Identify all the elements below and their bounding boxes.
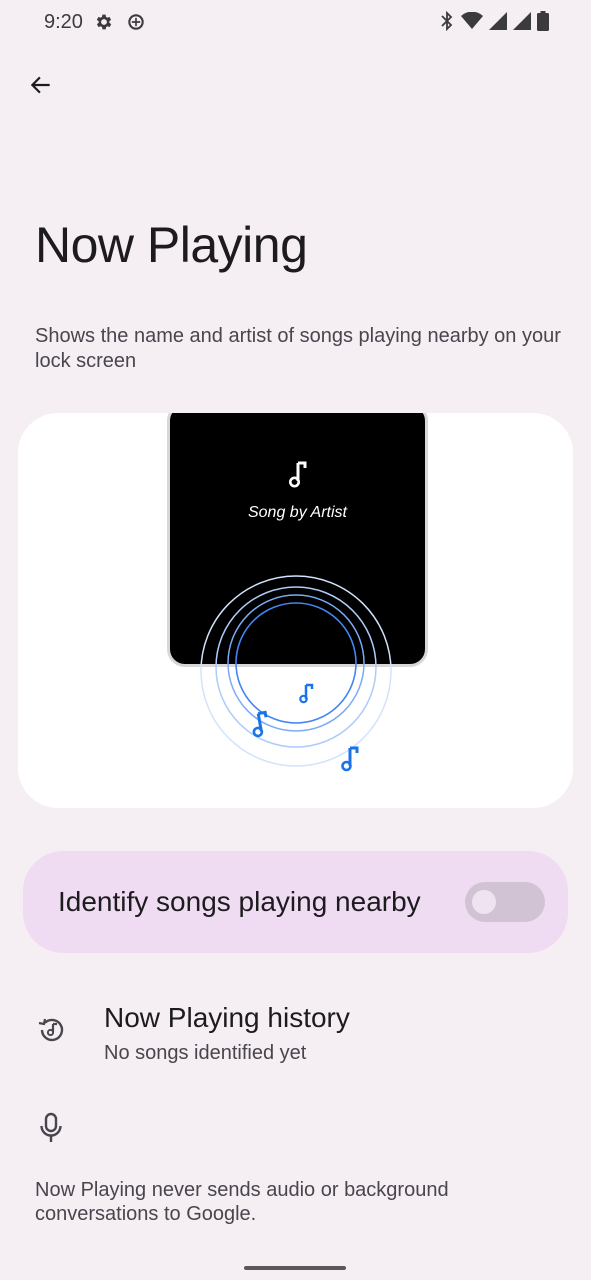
- page-title: Now Playing: [35, 217, 308, 273]
- status-bar: 9:20: [0, 0, 591, 46]
- music-note-icon: [299, 683, 314, 704]
- privacy-footnote: Now Playing never sends audio or backgro…: [35, 1179, 449, 1225]
- settings-icon: [96, 14, 112, 30]
- status-icons-left: [94, 12, 146, 32]
- identify-songs-switch[interactable]: [465, 882, 545, 922]
- now-playing-history-row[interactable]: Now Playing history No songs identified …: [0, 990, 591, 1076]
- identify-songs-label: Identify songs playing nearby: [58, 886, 421, 917]
- identify-songs-toggle-row[interactable]: Identify songs playing nearby: [23, 851, 568, 953]
- wifi-icon: [461, 12, 483, 29]
- mic-icon: [40, 1112, 62, 1142]
- signal-icon: [489, 12, 507, 30]
- sound-rings: [200, 575, 392, 772]
- status-icons-right: [439, 11, 549, 31]
- gesture-nav-handle[interactable]: [244, 1266, 346, 1270]
- status-time: 9:20: [44, 11, 83, 33]
- history-music-icon: [38, 1018, 64, 1042]
- battery-icon: [537, 11, 549, 31]
- now-playing-illustration: Song by Artist: [18, 413, 573, 808]
- signal-icon: [513, 12, 531, 30]
- bluetooth-icon: [441, 11, 453, 31]
- arrow-back-icon: [30, 76, 50, 94]
- back-button[interactable]: [22, 66, 60, 104]
- history-subtitle: No songs identified yet: [104, 1042, 307, 1064]
- music-note-icon: [341, 746, 359, 772]
- page-description: Shows the name and artist of songs playi…: [35, 325, 561, 372]
- history-title: Now Playing history: [104, 1002, 350, 1033]
- data-saver-icon: [128, 14, 144, 30]
- switch-thumb: [472, 890, 496, 914]
